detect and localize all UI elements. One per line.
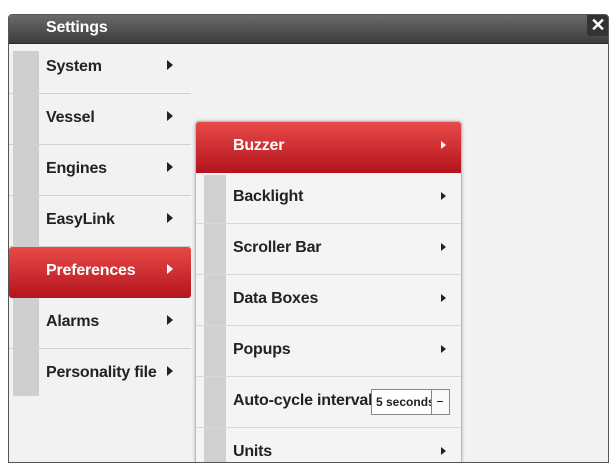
title-bar: Settings ✕: [9, 15, 608, 44]
close-icon[interactable]: ✕: [587, 15, 608, 36]
submenu-item-scroller-bar[interactable]: Scroller Bar: [196, 224, 461, 275]
menu-item-label: Preferences: [46, 262, 136, 279]
chevron-right-icon: [167, 264, 173, 274]
chevron-right-icon: [167, 366, 173, 376]
menu-item-label: System: [46, 58, 102, 75]
chevron-right-icon: [441, 294, 446, 302]
submenu-item-label: Units: [233, 443, 273, 460]
submenu-item-buzzer[interactable]: Buzzer: [196, 122, 461, 173]
chevron-right-icon: [441, 141, 446, 149]
submenu-item-units[interactable]: Units: [196, 428, 461, 462]
submenu-item-backlight[interactable]: Backlight: [196, 173, 461, 224]
menu-item-alarms[interactable]: Alarms: [9, 298, 191, 349]
submenu-item-label: Buzzer: [233, 137, 285, 154]
chevron-right-icon: [441, 243, 446, 251]
submenu-item-label: Scroller Bar: [233, 239, 322, 256]
auto-cycle-interval-value: 5 seconds: [376, 395, 435, 409]
chevron-right-icon: [167, 162, 173, 172]
chevron-right-icon: [441, 192, 446, 200]
chevron-right-icon: [167, 60, 173, 70]
auto-cycle-interval-select[interactable]: 5 seconds: [371, 389, 450, 415]
submenu-item-label: Auto-cycle interval: [233, 392, 373, 409]
chevron-right-icon: [167, 213, 173, 223]
window-title: Settings: [46, 19, 108, 36]
menu-item-label: Alarms: [46, 313, 100, 330]
menu-item-label: Personality file: [46, 364, 157, 381]
submenu-item-label: Data Boxes: [233, 290, 319, 307]
chevron-right-icon: [441, 447, 446, 455]
menu-item-label: EasyLink: [46, 211, 115, 228]
submenu-item-auto-cycle-interval: Auto-cycle interval 5 seconds: [196, 377, 461, 428]
settings-window: Settings ✕ System Vessel Engines EasyLin…: [8, 14, 609, 463]
chevron-right-icon: [167, 315, 173, 325]
menu-item-engines[interactable]: Engines: [9, 145, 191, 196]
menu-item-preferences[interactable]: Preferences: [9, 247, 191, 298]
submenu-item-label: Backlight: [233, 188, 304, 205]
chevron-right-icon: [441, 345, 446, 353]
submenu-item-data-boxes[interactable]: Data Boxes: [196, 275, 461, 326]
menu-item-personality-file[interactable]: Personality file: [9, 349, 191, 400]
dropdown-toggle-icon[interactable]: [431, 390, 449, 414]
preferences-submenu: Buzzer Backlight Scroller Bar Data Boxes…: [195, 121, 462, 462]
chevron-right-icon: [167, 111, 173, 121]
menu-item-system[interactable]: System: [9, 43, 191, 94]
menu-item-label: Vessel: [46, 109, 95, 126]
submenu-item-label: Popups: [233, 341, 291, 358]
menu-item-easylink[interactable]: EasyLink: [9, 196, 191, 247]
menu-item-label: Engines: [46, 160, 107, 177]
submenu-item-popups[interactable]: Popups: [196, 326, 461, 377]
menu-item-vessel[interactable]: Vessel: [9, 94, 191, 145]
